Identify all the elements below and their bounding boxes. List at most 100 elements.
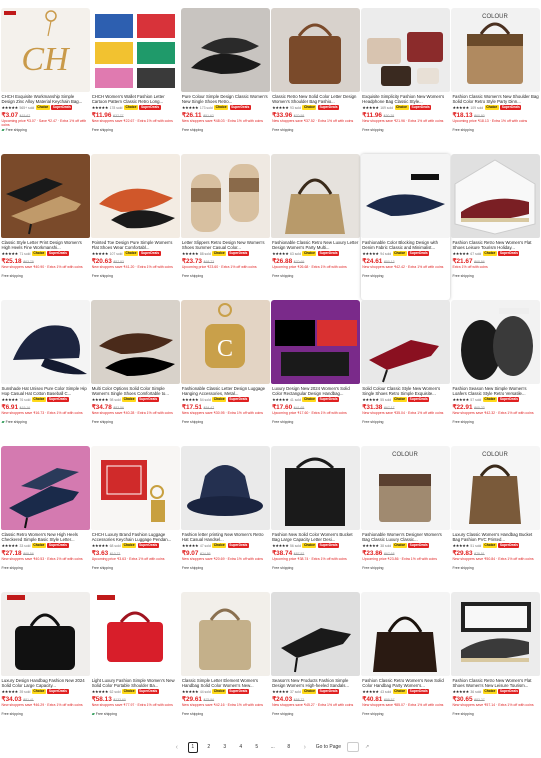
product-image[interactable] — [271, 8, 361, 92]
product-thumbnail[interactable] — [90, 592, 180, 676]
product-image[interactable] — [90, 446, 180, 530]
product-card[interactable]: Sunshade Hat Unisex Pure Color Simple Hi… — [0, 300, 90, 446]
product-thumbnail[interactable] — [0, 592, 90, 676]
product-image[interactable] — [0, 300, 90, 384]
product-card[interactable]: Pointed Toe Design Pure Simple Women's F… — [90, 154, 180, 300]
product-title[interactable]: CHCH Luxury Brand Fashion Luggage Access… — [91, 532, 180, 543]
product-card[interactable]: Fashionable Color Blocking Design with D… — [361, 154, 451, 300]
product-title[interactable]: CHCH Exquisite Workmanship Simple Design… — [1, 94, 90, 105]
product-image[interactable] — [451, 154, 541, 238]
product-card[interactable]: COLOUR Fashionable Women's Designer Women… — [361, 446, 451, 592]
product-card[interactable]: Fashionable Classic Retro New Luxury Let… — [271, 154, 361, 300]
product-thumbnail[interactable] — [271, 8, 361, 92]
product-thumbnail[interactable]: COLOUR — [451, 8, 541, 92]
product-image[interactable] — [271, 300, 361, 384]
product-card[interactable]: C Fashionable Classic Letter Design Lugga… — [180, 300, 270, 446]
product-title[interactable]: Classic Simple Letter Element Women's Ha… — [181, 678, 270, 689]
product-title[interactable]: Fashionable Women's Designer Women's Bag… — [361, 532, 450, 543]
product-card[interactable]: CH CHCH Exquisite Workmanship Simple Desi… — [0, 8, 90, 154]
product-thumbnail[interactable] — [361, 8, 451, 92]
page-1-button[interactable]: 1 — [187, 741, 198, 753]
product-card[interactable]: CHCH Luxury Brand Fashion Luggage Access… — [90, 446, 180, 592]
product-thumbnail[interactable] — [271, 300, 361, 384]
product-card[interactable]: Classic Retro New Solid Color Letter Des… — [271, 8, 361, 154]
product-title[interactable]: Luxury Design New 2024 Women's Solid Col… — [271, 386, 360, 397]
product-image[interactable]: CH — [0, 8, 90, 92]
product-thumbnail[interactable] — [90, 446, 180, 530]
product-title[interactable]: Multi Color Options Solid Color Simple W… — [91, 386, 180, 397]
product-thumbnail[interactable]: CH — [0, 8, 90, 92]
product-card[interactable]: Light Luxury Fashion Simple Women's New … — [90, 592, 180, 738]
product-title[interactable]: Fashion Season New Simple Women's Loafer… — [451, 386, 540, 397]
product-title[interactable]: CHCH Women's Wallet Fashion Letter Carto… — [91, 94, 180, 105]
product-image[interactable]: COLOUR — [451, 446, 541, 530]
product-image[interactable] — [361, 154, 451, 238]
product-title[interactable]: Pure Colour Simple Design Classic Women'… — [181, 94, 270, 105]
product-thumbnail[interactable] — [90, 300, 180, 384]
product-card[interactable]: Multi Color Options Solid Color Simple W… — [90, 300, 180, 446]
product-title[interactable]: Classic Style Letter Print Design Women'… — [1, 240, 90, 251]
product-title[interactable]: Fashionable Classic Retro New Luxury Let… — [271, 240, 360, 251]
product-title[interactable]: Fashionable Color Blocking Design with D… — [361, 240, 450, 251]
product-image[interactable] — [90, 300, 180, 384]
product-thumbnail[interactable] — [271, 154, 361, 238]
product-card[interactable]: Pure Colour Simple Design Classic Women'… — [180, 8, 270, 154]
product-image[interactable] — [271, 154, 361, 238]
product-card[interactable]: Classic Style Letter Print Design Women'… — [0, 154, 90, 300]
product-card[interactable]: Solid Colour Classic Style New Women's S… — [361, 300, 451, 446]
product-title[interactable]: Fashion Classic Retro New Women's Flat S… — [451, 678, 540, 689]
product-title[interactable]: Exquisite Simplicity Fashion New Women's… — [361, 94, 450, 105]
product-image[interactable] — [0, 154, 90, 238]
product-thumbnail[interactable]: COLOUR — [451, 446, 541, 530]
product-thumbnail[interactable] — [180, 154, 270, 238]
page-4-button[interactable]: 4 — [236, 742, 246, 753]
product-image[interactable] — [180, 446, 270, 530]
product-title[interactable]: Fashion Classic Retro New Women's Flat S… — [451, 240, 540, 251]
product-image[interactable] — [451, 592, 541, 676]
product-thumbnail[interactable] — [451, 154, 541, 238]
product-thumbnail[interactable]: COLOUR — [361, 446, 451, 530]
product-card[interactable]: COLOUR Luxury Classic Women's Handbag Buc… — [451, 446, 541, 592]
product-thumbnail[interactable] — [90, 154, 180, 238]
product-card[interactable]: Letter Slippers Retro Design New Women's… — [180, 154, 270, 300]
product-image[interactable] — [361, 8, 451, 92]
product-thumbnail[interactable] — [0, 446, 90, 530]
goto-arrow-icon[interactable]: ↗ — [365, 744, 369, 750]
product-card[interactable]: Luxury Design Handbag Fashion New 2024 S… — [0, 592, 90, 738]
product-thumbnail[interactable] — [0, 300, 90, 384]
product-image[interactable] — [361, 300, 451, 384]
product-thumbnail[interactable] — [451, 300, 541, 384]
product-card[interactable]: Fashion New Solid Color Women's Bucket B… — [271, 446, 361, 592]
product-image[interactable] — [271, 592, 361, 676]
product-thumbnail[interactable] — [451, 592, 541, 676]
product-image[interactable] — [180, 592, 270, 676]
page-5-button[interactable]: 5 — [252, 742, 262, 753]
product-card[interactable]: Classic Retro Women's New High Heels Che… — [0, 446, 90, 592]
product-image[interactable] — [0, 446, 90, 530]
goto-page-input[interactable] — [347, 742, 360, 752]
product-thumbnail[interactable] — [361, 300, 451, 384]
product-card[interactable]: Fashion Classic Retro New Women's Flat S… — [451, 154, 541, 300]
product-thumbnail[interactable] — [361, 154, 451, 238]
product-title[interactable]: Sunshade Hat Unisex Pure Color Simple Hi… — [1, 386, 90, 397]
product-card[interactable]: Classic Simple Letter Element Women's Ha… — [180, 592, 270, 738]
product-image[interactable] — [90, 8, 180, 92]
product-title[interactable]: Solid Colour Classic Style New Women's S… — [361, 386, 450, 397]
product-thumbnail[interactable] — [180, 8, 270, 92]
product-card[interactable]: Fashion Season New Simple Women's Loafer… — [451, 300, 541, 446]
product-card[interactable]: Fashion Classic Retro New Women's Flat S… — [451, 592, 541, 738]
product-card[interactable]: Luxury Design New 2024 Women's Solid Col… — [271, 300, 361, 446]
product-thumbnail[interactable]: C — [180, 300, 270, 384]
product-image[interactable] — [451, 300, 541, 384]
product-title[interactable]: Fashion Classic Retro Women's New Solid … — [361, 678, 450, 689]
next-page-button[interactable]: › — [300, 742, 310, 753]
page-3-button[interactable]: 3 — [220, 742, 230, 753]
product-card[interactable]: Season's New Products Fashion Simple Des… — [271, 592, 361, 738]
product-thumbnail[interactable] — [90, 8, 180, 92]
product-title[interactable]: Luxury Design Handbag Fashion New 2024 S… — [1, 678, 90, 689]
product-image[interactable] — [361, 592, 451, 676]
prev-page-button[interactable]: ‹ — [172, 742, 182, 753]
product-card[interactable]: Fashion Classic Retro Women's New Solid … — [361, 592, 451, 738]
product-title[interactable]: Fashion letter printing New Women's Retr… — [181, 532, 270, 543]
product-image[interactable] — [180, 8, 270, 92]
